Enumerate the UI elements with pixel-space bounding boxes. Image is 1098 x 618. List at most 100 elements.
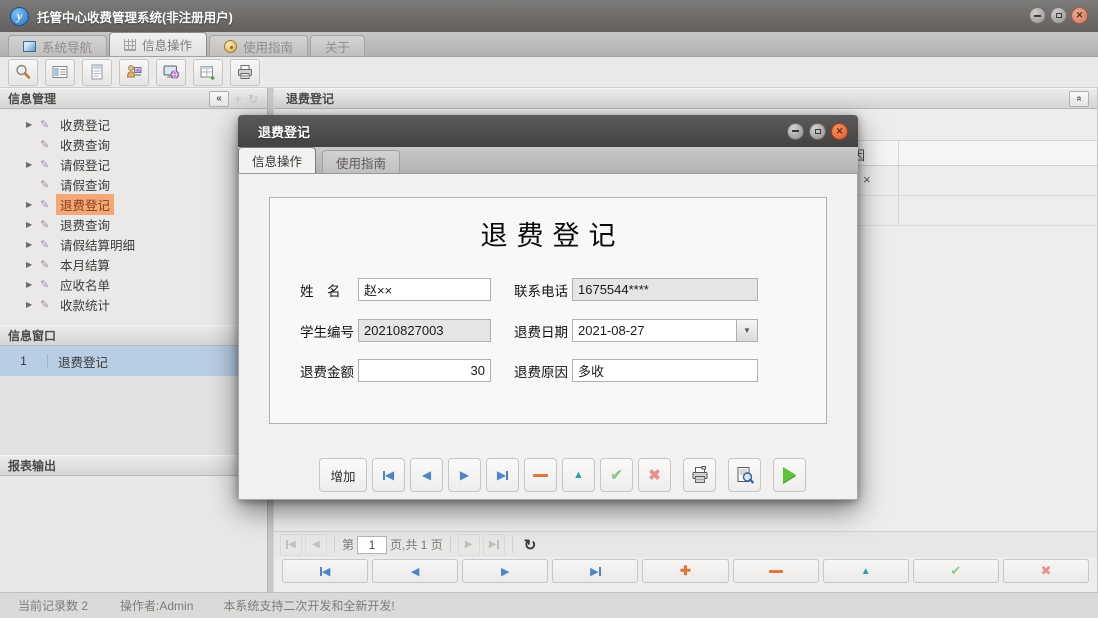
dialog-title: 退费登记 bbox=[258, 122, 310, 141]
document-button[interactable] bbox=[82, 59, 112, 86]
print-button[interactable] bbox=[683, 458, 716, 492]
run-button[interactable] bbox=[773, 458, 806, 492]
dialog-tab-user-guide[interactable]: 使用指南 bbox=[322, 150, 400, 173]
pager-first-button[interactable]: ◀ bbox=[280, 534, 302, 556]
tree-item-refund-register[interactable]: ▶ ✎ 退费登记 bbox=[0, 194, 267, 214]
left-sidebar: 信息管理 « + ↻ ▶ ✎ 收费登记 ▶ ✎ 收费查询 ▶ ✎ 请假登记 bbox=[0, 88, 268, 592]
refund-date-label: 退费日期 bbox=[514, 321, 568, 341]
record-navigation-bar: ◀ ◀ ▶ ▶ ✚ ▲ ✔ ✖ bbox=[282, 559, 1089, 584]
close-icon[interactable]: ✕ bbox=[1071, 7, 1088, 24]
report-output-area bbox=[0, 476, 267, 592]
minimize-icon[interactable] bbox=[1029, 7, 1046, 24]
expand-arrow-icon[interactable]: ▶ bbox=[26, 260, 40, 269]
app-window: y 托管中心收费管理系统(非注册用户) ✕ 系统导航 信息操作 使用指南 关于 bbox=[0, 0, 1098, 618]
tree-item-label: 请假查询 bbox=[56, 174, 114, 195]
pager-next-button[interactable]: ▶ bbox=[458, 534, 480, 556]
expand-arrow-icon[interactable]: ▶ bbox=[26, 220, 40, 229]
table-add-button[interactable] bbox=[193, 59, 223, 86]
form-list-button[interactable] bbox=[45, 59, 75, 86]
refund-amount-field[interactable] bbox=[358, 359, 491, 382]
post-record-button[interactable]: ✔ bbox=[913, 559, 999, 583]
status-message: 本系统支持二次开发和全新开发! bbox=[223, 597, 394, 614]
expand-arrow-icon[interactable]: ▶ bbox=[26, 120, 40, 129]
record-count-label: 当前记录数 2 bbox=[18, 597, 88, 614]
tree-item-collection-stats[interactable]: ▶ ✎ 收款统计 bbox=[0, 294, 267, 314]
content-panel-title: 退费登记 bbox=[286, 90, 334, 107]
dialog-tab-info-operation[interactable]: 信息操作 bbox=[238, 147, 316, 173]
refund-date-field[interactable] bbox=[572, 319, 758, 342]
refund-amount-label: 退费金额 bbox=[300, 361, 354, 381]
play-icon bbox=[783, 467, 796, 483]
printer-button[interactable] bbox=[230, 59, 260, 86]
tree-item-icon: ✎ bbox=[40, 278, 56, 291]
tab-about[interactable]: 关于 bbox=[310, 35, 365, 56]
window-title: 托管中心收费管理系统(非注册用户) bbox=[37, 7, 233, 26]
form-title: 退费登记 bbox=[270, 214, 826, 253]
name-field[interactable] bbox=[358, 278, 491, 301]
print-preview-button[interactable] bbox=[728, 458, 761, 492]
expand-arrow-icon[interactable]: ▶ bbox=[26, 200, 40, 209]
tree-item-leave-settlement-detail[interactable]: ▶ ✎ 请假结算明细 bbox=[0, 234, 267, 254]
refund-register-dialog: 退费登记 ✕ 信息操作 使用指南 退费登记 姓 名 bbox=[238, 115, 858, 500]
post-record-button[interactable]: ✔ bbox=[600, 458, 633, 492]
monitor-globe-button[interactable] bbox=[156, 59, 186, 86]
last-record-button[interactable]: ▶ bbox=[552, 559, 638, 583]
collapse-up-button[interactable]: « bbox=[1069, 91, 1089, 107]
tab-system-nav[interactable]: 系统导航 bbox=[8, 35, 107, 56]
expand-arrow-icon[interactable]: ▶ bbox=[26, 240, 40, 249]
first-record-button[interactable]: ◀ bbox=[372, 458, 405, 492]
page-number-input[interactable] bbox=[357, 536, 387, 554]
grid-pager: ◀ ◀ 第 页,共 1 页 ▶ ▶ ↻ bbox=[274, 531, 1097, 557]
tree-item-refund-query[interactable]: ▶ ✎ 退费查询 bbox=[0, 214, 267, 234]
info-window-row-selected[interactable]: 1 退费登记 bbox=[0, 346, 267, 376]
expand-arrow-icon[interactable]: ▶ bbox=[26, 160, 40, 169]
expand-arrow-icon[interactable]: ▶ bbox=[26, 280, 40, 289]
info-window-list: 1 退费登记 bbox=[0, 346, 267, 455]
refund-date-combo: ▼ bbox=[572, 319, 758, 342]
maximize-icon[interactable] bbox=[1050, 7, 1067, 24]
tab-system-nav-label: 系统导航 bbox=[42, 37, 92, 56]
dialog-maximize-icon[interactable] bbox=[809, 123, 826, 140]
prev-record-button[interactable]: ◀ bbox=[410, 458, 443, 492]
app-logo-icon: y bbox=[10, 7, 29, 26]
date-dropdown-button[interactable]: ▼ bbox=[736, 320, 757, 341]
tree-item-leave-register[interactable]: ▶ ✎ 请假登记 bbox=[0, 154, 267, 174]
phone-field[interactable] bbox=[572, 278, 758, 301]
tree-item-receivable-list[interactable]: ▶ ✎ 应收名单 bbox=[0, 274, 267, 294]
tree-item-leave-query[interactable]: ▶ ✎ 请假查询 bbox=[0, 174, 267, 194]
dialog-titlebar[interactable]: 退费登记 ✕ bbox=[238, 115, 858, 147]
delete-record-button[interactable] bbox=[733, 559, 819, 583]
add-button[interactable]: 增加 bbox=[319, 458, 367, 492]
search-button[interactable] bbox=[8, 59, 38, 86]
dialog-close-icon[interactable]: ✕ bbox=[831, 123, 848, 140]
first-record-button[interactable]: ◀ bbox=[282, 559, 368, 583]
user-report-icon bbox=[125, 63, 143, 81]
edit-record-button[interactable]: ▲ bbox=[562, 458, 595, 492]
dialog-tabstrip: 信息操作 使用指南 bbox=[238, 147, 858, 174]
cancel-record-button[interactable]: ✖ bbox=[1003, 559, 1089, 583]
edit-record-button[interactable]: ▲ bbox=[823, 559, 909, 583]
tree-item-month-settlement[interactable]: ▶ ✎ 本月结算 bbox=[0, 254, 267, 274]
pager-prev-button[interactable]: ◀ bbox=[305, 534, 327, 556]
cancel-record-button[interactable]: ✖ bbox=[638, 458, 671, 492]
tree-item-fee-query[interactable]: ▶ ✎ 收费查询 bbox=[0, 134, 267, 154]
dialog-minimize-icon[interactable] bbox=[787, 123, 804, 140]
delete-record-button[interactable] bbox=[524, 458, 557, 492]
pager-last-button[interactable]: ▶ bbox=[483, 534, 505, 556]
last-record-button[interactable]: ▶ bbox=[486, 458, 519, 492]
collapse-panel-button[interactable]: « bbox=[209, 91, 229, 107]
tree-item-fee-register[interactable]: ▶ ✎ 收费登记 bbox=[0, 114, 267, 134]
user-report-button[interactable] bbox=[119, 59, 149, 86]
refund-reason-field[interactable] bbox=[572, 359, 758, 382]
next-record-button[interactable]: ▶ bbox=[462, 559, 548, 583]
pager-refresh-icon[interactable]: ↻ bbox=[524, 536, 537, 554]
tab-info-operation[interactable]: 信息操作 bbox=[109, 32, 207, 56]
expand-arrow-icon[interactable]: ▶ bbox=[26, 300, 40, 309]
student-id-field[interactable] bbox=[358, 319, 491, 342]
tab-user-guide[interactable]: 使用指南 bbox=[209, 35, 308, 56]
refund-form: 退费登记 姓 名 联系电话 学生编号 退费日期 ▼ bbox=[269, 197, 827, 424]
next-record-button[interactable]: ▶ bbox=[448, 458, 481, 492]
tree-item-label: 收费登记 bbox=[56, 114, 114, 135]
add-record-button[interactable]: ✚ bbox=[642, 559, 728, 583]
prev-record-button[interactable]: ◀ bbox=[372, 559, 458, 583]
